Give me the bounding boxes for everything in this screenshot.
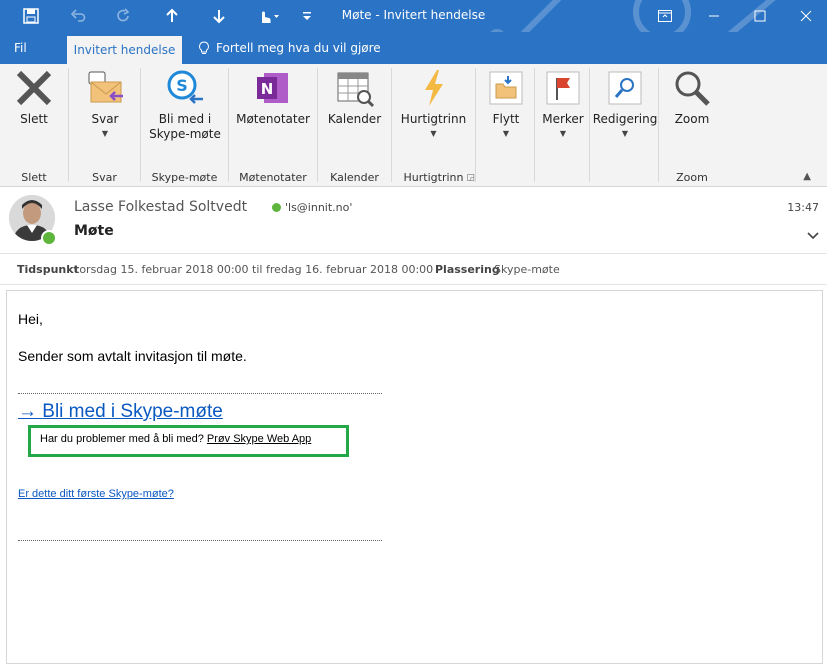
group-label-quicksteps: Hurtigtrinn bbox=[403, 171, 464, 184]
chevron-down-icon: ▼ bbox=[101, 129, 109, 138]
calendar-button[interactable]: Kalender bbox=[326, 68, 383, 127]
join-skype-label: Bli med i Skype-møte bbox=[149, 112, 221, 142]
group-delete: Slett Slett bbox=[0, 64, 68, 186]
expand-header-icon[interactable] bbox=[807, 229, 819, 244]
join-skype-label-line1: Bli med i bbox=[158, 112, 212, 126]
presence-badge-icon bbox=[41, 230, 57, 246]
zoom-button[interactable]: Zoom bbox=[670, 68, 714, 127]
group-tags: Merker ▼ bbox=[535, 64, 589, 186]
tab-invited-event[interactable]: Invitert hendelse bbox=[67, 36, 182, 64]
magnifier-icon bbox=[672, 68, 712, 108]
join-skype-link[interactable]: → Bli med i Skype-møte bbox=[18, 401, 223, 423]
skype-web-app-link[interactable]: Prøv Skype Web App bbox=[207, 433, 311, 445]
delete-label: Slett bbox=[20, 112, 48, 126]
chevron-down-icon: ▼ bbox=[559, 129, 567, 138]
highlight-box: Har du problemer med å bli med? Prøv Sky… bbox=[28, 425, 349, 457]
location-value: Skype-møte bbox=[494, 263, 560, 276]
find-icon bbox=[605, 68, 645, 108]
trouble-text: Har du problemer med å bli med? bbox=[40, 433, 204, 445]
presence-icon bbox=[272, 203, 281, 212]
group-respond: Svar ▼ Svar bbox=[69, 64, 140, 186]
meeting-details: Tidspunkt torsdag 15. februar 2018 00:00… bbox=[0, 253, 827, 285]
join-skype-button[interactable]: S Bli med i Skype-møte bbox=[149, 68, 221, 142]
close-icon[interactable] bbox=[786, 0, 826, 32]
skype-icon: S bbox=[165, 68, 205, 108]
lightning-icon bbox=[414, 68, 454, 108]
respond-label: Svar bbox=[91, 112, 119, 126]
group-editing: Redigering ▼ bbox=[590, 64, 658, 186]
delete-button[interactable]: Slett bbox=[10, 68, 58, 127]
group-label-delete: Slett bbox=[21, 171, 47, 184]
respond-button[interactable]: Svar ▼ bbox=[81, 68, 129, 138]
meeting-notes-button[interactable]: N Møtenotater bbox=[236, 68, 310, 127]
zoom-label: Zoom bbox=[674, 112, 710, 126]
chevron-down-icon: ▼ bbox=[621, 129, 629, 138]
tags-button[interactable]: Merker ▼ bbox=[541, 68, 585, 138]
group-notes: N Møtenotater Møtenotater bbox=[229, 64, 317, 186]
calendar-icon bbox=[335, 68, 375, 108]
body-text: Sender som avtalt invitasjon til møte. bbox=[18, 348, 247, 364]
divider bbox=[18, 393, 382, 394]
minimize-icon[interactable] bbox=[694, 0, 734, 32]
move-folder-icon bbox=[486, 68, 526, 108]
move-label: Flytt bbox=[492, 112, 520, 126]
when-label: Tidspunkt bbox=[17, 263, 79, 276]
join-skype-label-line2: Skype-møte bbox=[149, 127, 221, 141]
group-calendar: Kalender Kalender bbox=[318, 64, 391, 186]
group-zoom: Zoom Zoom bbox=[659, 64, 725, 186]
move-button[interactable]: Flytt ▼ bbox=[485, 68, 527, 138]
group-label-calendar: Kalender bbox=[330, 171, 379, 184]
message-body: Hei, Sender som avtalt invitasjon til mø… bbox=[6, 290, 823, 664]
quicksteps-button[interactable]: Hurtigtrinn ▼ bbox=[400, 68, 467, 138]
greeting-text: Hei, bbox=[18, 311, 43, 327]
ribbon: Slett Slett Svar ▼ Svar S Bli med i Skype… bbox=[0, 64, 827, 187]
group-label-skype: Skype-møte bbox=[151, 171, 218, 184]
lightbulb-icon bbox=[199, 41, 209, 54]
sender-email-area[interactable]: 'ls@innit.no' bbox=[272, 201, 352, 214]
tab-file[interactable]: Fil bbox=[14, 41, 27, 55]
ribbon-tabs: Fil Invitert hendelse Fortell meg hva du… bbox=[0, 32, 827, 64]
group-move: Flytt ▼ bbox=[476, 64, 534, 186]
when-value: torsdag 15. februar 2018 00:00 til freda… bbox=[75, 263, 434, 276]
dialog-launcher-icon[interactable]: ◲ bbox=[466, 173, 475, 183]
editing-button[interactable]: Redigering ▼ bbox=[592, 68, 658, 138]
location-label: Plassering bbox=[435, 263, 500, 276]
divider bbox=[18, 540, 382, 541]
onenote-icon: N bbox=[253, 68, 293, 108]
meeting-notes-label: Møtenotater bbox=[236, 112, 310, 126]
collapse-ribbon-icon[interactable]: ▲ bbox=[803, 171, 811, 182]
tags-label: Merker bbox=[542, 112, 584, 126]
calendar-label: Kalender bbox=[327, 112, 382, 126]
group-label-respond: Svar bbox=[92, 171, 117, 184]
flag-icon bbox=[543, 68, 583, 108]
join-skype-link-text: Bli med i Skype-møte bbox=[42, 401, 223, 422]
title-bar: Møte - Invitert hendelse bbox=[0, 0, 827, 32]
quicksteps-label: Hurtigtrinn bbox=[400, 112, 467, 126]
message-header: Lasse Folkestad Soltvedt 'ls@innit.no' M… bbox=[0, 187, 827, 253]
sender-email: 'ls@innit.no' bbox=[285, 201, 353, 214]
group-quicksteps: Hurtigtrinn ▼ Hurtigtrinn ◲ bbox=[392, 64, 475, 186]
tell-me-search[interactable]: Fortell meg hva du vil gjøre bbox=[198, 41, 381, 55]
group-label-zoom: Zoom bbox=[676, 171, 708, 184]
group-label-notes: Møtenotater bbox=[239, 171, 307, 184]
sender-name[interactable]: Lasse Folkestad Soltvedt bbox=[74, 199, 247, 215]
trouble-text-line: Har du problemer med å bli med? Prøv Sky… bbox=[40, 433, 311, 445]
delete-x-icon bbox=[14, 68, 54, 108]
svg-text:N: N bbox=[261, 80, 274, 98]
message-subject: Møte bbox=[74, 223, 114, 239]
editing-label: Redigering bbox=[592, 112, 658, 126]
respond-envelope-icon bbox=[85, 68, 125, 108]
tell-me-label: Fortell meg hva du vil gjøre bbox=[216, 41, 381, 55]
arrow-right-icon: → bbox=[18, 401, 43, 422]
first-skype-meeting-link[interactable]: Er dette ditt første Skype-møte? bbox=[18, 488, 174, 500]
chevron-down-icon: ▼ bbox=[430, 129, 437, 138]
chevron-down-icon: ▼ bbox=[502, 129, 510, 138]
message-time: 13:47 bbox=[787, 201, 819, 214]
group-skype: S Bli med i Skype-møte Skype-møte bbox=[141, 64, 228, 186]
ribbon-display-options-icon[interactable] bbox=[648, 0, 682, 32]
maximize-icon[interactable] bbox=[740, 0, 780, 32]
svg-text:S: S bbox=[176, 76, 188, 95]
